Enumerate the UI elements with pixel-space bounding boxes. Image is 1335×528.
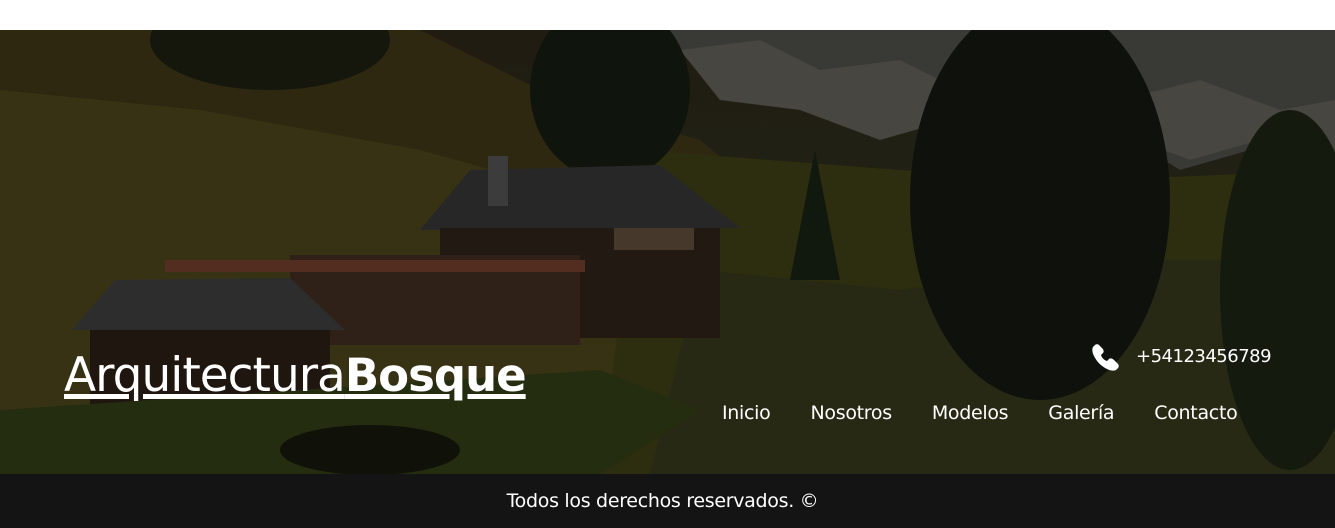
hero-banner: ArquitecturaBosque +54123456789 Inicio N… bbox=[0, 30, 1335, 474]
logo-light-text: Arquitectura bbox=[64, 348, 346, 403]
nav-item-modelos[interactable]: Modelos bbox=[932, 402, 1009, 424]
main-nav: Inicio Nosotros Modelos Galería Contacto bbox=[722, 402, 1238, 424]
footer-copyright: Todos los derechos reservados. © bbox=[506, 490, 819, 512]
nav-item-inicio[interactable]: Inicio bbox=[722, 402, 771, 424]
phone-icon bbox=[1092, 344, 1119, 371]
phone-number: +54123456789 bbox=[1136, 345, 1272, 367]
nav-item-galeria[interactable]: Galería bbox=[1048, 402, 1114, 424]
nav-item-nosotros[interactable]: Nosotros bbox=[810, 402, 892, 424]
site-footer: Todos los derechos reservados. © bbox=[0, 474, 1335, 528]
site-logo[interactable]: ArquitecturaBosque bbox=[64, 345, 527, 403]
phone-contact[interactable]: +54123456789 bbox=[1090, 340, 1272, 372]
logo-bold-text: Bosque bbox=[344, 349, 527, 402]
nav-item-contacto[interactable]: Contacto bbox=[1154, 402, 1237, 424]
top-strip bbox=[0, 0, 1335, 30]
